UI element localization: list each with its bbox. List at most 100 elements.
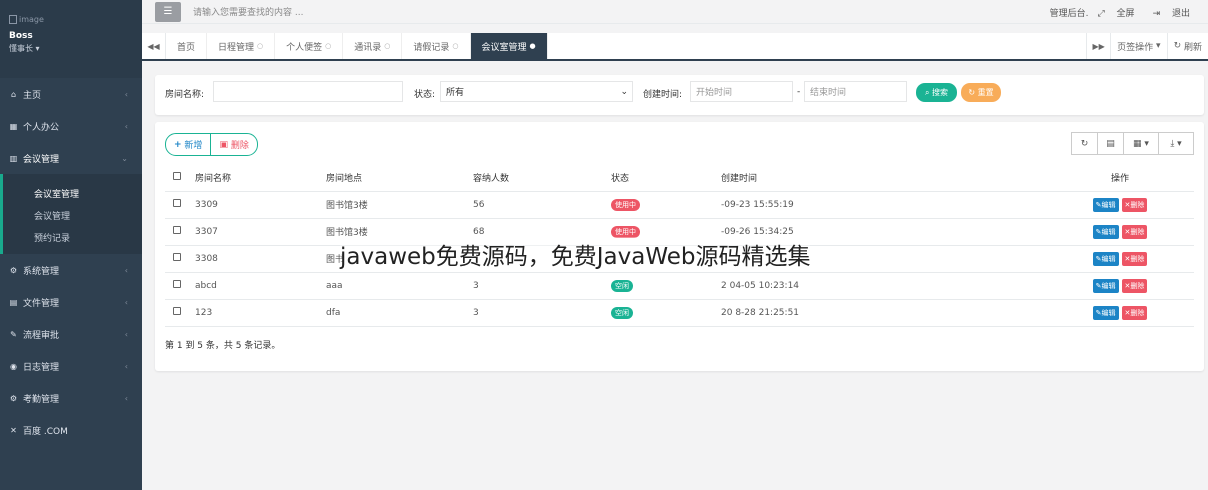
sidebar-item-5[interactable]: ✎ 流程审批 ‹	[0, 318, 142, 350]
row-checkbox[interactable]	[173, 307, 181, 315]
select-all-checkbox-cell[interactable]	[165, 164, 195, 192]
sidebar-item-4[interactable]: ▤ 文件管理 ‹	[0, 286, 142, 318]
admin-link[interactable]: 管理后台.	[1050, 6, 1089, 19]
edit-button[interactable]: ✎编辑	[1092, 224, 1119, 239]
tab-1[interactable]: 日程管理 ○	[207, 33, 276, 59]
tab-scroll-right-button[interactable]: ▶▶	[1086, 33, 1110, 59]
row-delete-button[interactable]: ✕删除	[1121, 197, 1148, 212]
status-badge: 使用中	[611, 225, 640, 238]
room-name-input[interactable]	[213, 81, 403, 102]
sidebar-item-2[interactable]: ▥ 会议管理 ⌄	[0, 142, 142, 174]
toggle-view-button[interactable]: ▤	[1097, 132, 1124, 155]
row-delete-button[interactable]: ✕删除	[1121, 305, 1148, 320]
col-room-location[interactable]: 房间地点	[326, 164, 473, 192]
col-created-time[interactable]: 创建时间	[721, 164, 1046, 192]
add-button[interactable]: + 新增	[166, 134, 212, 155]
profile: image Boss 懂事长 ▾	[0, 0, 142, 78]
edit-button[interactable]: ✎编辑	[1092, 197, 1119, 212]
cell-created-time: 2 04-05 10:23:14	[721, 272, 1046, 300]
row-checkbox-cell[interactable]	[165, 218, 195, 246]
refresh-tab-button[interactable]: ↻ 刷新	[1166, 33, 1208, 59]
tab-2[interactable]: 个人便签 ○	[275, 33, 344, 59]
x-icon: ✕	[10, 425, 17, 435]
tab-scroll-left-button[interactable]: ◀◀	[142, 33, 166, 59]
edit-button[interactable]: ✎编辑	[1092, 305, 1119, 320]
submenu-item-0[interactable]: 会议室管理	[3, 182, 142, 204]
tab-ops-dropdown[interactable]: 页签操作 ▾	[1110, 33, 1166, 59]
edit-button[interactable]: ✎编辑	[1092, 278, 1119, 293]
refresh-table-button[interactable]: ↻	[1071, 132, 1098, 155]
nav-list: ⌂ 主页 ‹ ▦ 个人办公 ‹ ▥ 会议管理 ⌄ 会议室管理 会议管理 预约记录 ⚙ 系统管理 ‹ ▤ 文件管理…	[0, 78, 142, 446]
cell-capacity: 3	[473, 272, 611, 300]
sidebar-item-6[interactable]: ◉ 日志管理 ‹	[0, 350, 142, 382]
row-delete-button[interactable]: ✕删除	[1121, 278, 1148, 293]
backward-icon: ◀◀	[147, 41, 160, 51]
tab-0[interactable]: 首页	[166, 33, 208, 59]
row-checkbox[interactable]	[173, 226, 181, 234]
table-header-row: 房间名称 房间地点 容纳人数 状态 创建时间 操作	[165, 164, 1194, 192]
row-checkbox[interactable]	[173, 199, 181, 207]
table-row[interactable]: 3309 图书馆3楼 56 使用中 -09-23 15:55:19 ✎编辑 ✕删除	[165, 191, 1194, 219]
topbar: ☰ 请输入您需要查找的内容 ... 管理后台. ⤢ 全屏 ⇥ 退出	[142, 0, 1208, 24]
row-checkbox[interactable]	[173, 253, 181, 261]
submenu-item-1[interactable]: 会议管理	[3, 204, 142, 226]
cell-actions: ✎编辑 ✕删除	[1046, 218, 1194, 246]
col-room-name[interactable]: 房间名称	[195, 164, 326, 192]
tab-bar: ◀◀ 首页 日程管理 ○ 个人便签 ○ 通讯录 ○ 请假记录 ○ 会议室管理 ● ▶▶ 页签操作 ▾…	[142, 33, 1208, 61]
col-actions: 操作	[1046, 164, 1194, 192]
home-icon: ⌂	[10, 89, 17, 99]
sidebar-item-7[interactable]: ⚙ 考勤管理 ‹	[0, 382, 142, 414]
reset-button[interactable]: ↻ 重置	[961, 83, 1001, 102]
row-checkbox-cell[interactable]	[165, 299, 195, 327]
end-time-input[interactable]: 结束时间	[804, 81, 907, 102]
table-row[interactable]: abcd aaa 3 空闲 2 04-05 10:23:14 ✎编辑 ✕删除	[165, 272, 1194, 300]
row-checkbox-cell[interactable]	[165, 245, 195, 273]
cell-room-name: 3309	[195, 191, 326, 219]
table-row[interactable]: 123 dfa 3 空闲 20 8-28 21:25:51 ✎编辑 ✕删除	[165, 299, 1194, 327]
tab-5[interactable]: 会议室管理 ●	[470, 33, 548, 59]
close-tab-icon[interactable]: ○	[325, 42, 331, 50]
chevron-left-icon: ‹	[124, 393, 128, 403]
sidebar-item-1[interactable]: ▦ 个人办公 ‹	[0, 110, 142, 142]
cell-room-location: dfa	[326, 299, 473, 327]
tab-3[interactable]: 通讯录 ○	[343, 33, 403, 59]
row-checkbox[interactable]	[173, 280, 181, 288]
row-checkbox-cell[interactable]	[165, 272, 195, 300]
close-tab-icon[interactable]: ○	[384, 42, 390, 50]
sidebar-item-3[interactable]: ⚙ 系统管理 ‹	[0, 254, 142, 286]
row-checkbox-cell[interactable]	[165, 191, 195, 219]
export-dropdown[interactable]: ⤓ ▾	[1158, 132, 1194, 155]
col-capacity[interactable]: 容纳人数	[473, 164, 611, 192]
edit-button[interactable]: ✎编辑	[1092, 251, 1119, 266]
global-search-input[interactable]: 请输入您需要查找的内容 ...	[193, 5, 303, 18]
row-delete-button[interactable]: ✕删除	[1121, 251, 1148, 266]
logout-icon: ⇥	[1152, 8, 1161, 19]
delete-button[interactable]: ▣ 删除	[211, 134, 256, 155]
eye-icon: ◉	[10, 361, 17, 371]
status-select[interactable]: 所有 ⌄	[440, 81, 633, 102]
sidebar-item-8[interactable]: ✕ 百度 .COM	[0, 414, 142, 446]
plus-icon: +	[174, 139, 182, 150]
submenu-item-2[interactable]: 预约记录	[3, 226, 142, 248]
search-button[interactable]: ⌕ 搜索	[916, 83, 957, 102]
columns-dropdown[interactable]: ▦ ▾	[1123, 132, 1159, 155]
gears-icon: ⚙	[9, 393, 18, 403]
cell-room-name: 3307	[195, 218, 326, 246]
row-delete-button[interactable]: ✕删除	[1121, 224, 1148, 239]
tab-4[interactable]: 请假记录 ○	[402, 33, 471, 59]
fullscreen-button[interactable]: ⤢ 全屏	[1097, 6, 1143, 19]
sidebar-item-0[interactable]: ⌂ 主页 ‹	[0, 78, 142, 110]
user-role[interactable]: 懂事长 ▾	[9, 43, 142, 54]
sidebar-item-label: 日志管理	[23, 362, 60, 373]
start-time-input[interactable]: 开始时间	[690, 81, 793, 102]
col-status[interactable]: 状态	[611, 164, 721, 192]
cell-room-name: 3308	[195, 245, 326, 273]
select-all-checkbox[interactable]	[173, 171, 181, 180]
close-tab-icon[interactable]: ●	[530, 42, 536, 50]
trash-icon: ▣	[219, 139, 228, 150]
close-tab-icon[interactable]: ○	[257, 42, 263, 50]
logout-button[interactable]: ⇥ 退出	[1153, 6, 1199, 19]
menu-toggle-button[interactable]: ☰	[155, 1, 181, 22]
close-tab-icon[interactable]: ○	[452, 42, 458, 50]
cell-capacity: 56	[473, 191, 611, 219]
